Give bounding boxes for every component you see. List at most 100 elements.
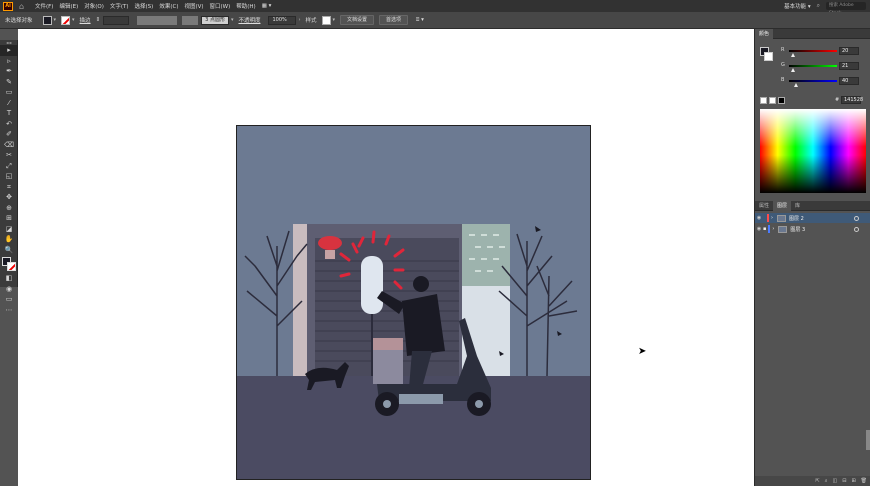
b-slider-knob[interactable]: [794, 83, 798, 87]
trash-icon[interactable]: 🗑: [861, 478, 867, 484]
more-tools-icon[interactable]: ⋯: [0, 305, 18, 316]
chevron-right-icon[interactable]: ›: [772, 226, 774, 232]
stroke-label[interactable]: 描边: [80, 16, 91, 24]
screen-mode-icon[interactable]: ▭: [0, 294, 18, 305]
slice-tool-icon[interactable]: ◪: [0, 224, 18, 235]
tab-layers[interactable]: 图层: [773, 200, 792, 211]
eyedropper-tool-icon[interactable]: ✥: [0, 192, 18, 203]
vertical-scrollbar[interactable]: [866, 430, 870, 450]
rotate-tool-icon[interactable]: ↶: [0, 119, 18, 130]
b-slider-track[interactable]: [789, 80, 837, 82]
document-setup-button[interactable]: 文档设置: [340, 15, 375, 25]
stroke-swatch-group[interactable]: ▾: [61, 15, 75, 25]
toolbar-stroke-swatch[interactable]: [7, 262, 16, 271]
eye-icon[interactable]: ◉: [755, 226, 763, 232]
chevron-down-icon[interactable]: ▾: [333, 17, 336, 23]
hand-tool-icon[interactable]: ✋: [0, 234, 18, 245]
menu-edit[interactable]: 编辑(E): [59, 2, 78, 10]
none-swatch[interactable]: [760, 97, 767, 104]
brush-definition[interactable]: 3 点圆形 ▾: [182, 15, 234, 25]
menu-select[interactable]: 选择(S): [135, 2, 154, 10]
new-sublayer-icon[interactable]: ⊟: [842, 478, 846, 484]
chevron-down-icon[interactable]: ▾: [54, 17, 57, 23]
g-slider-knob[interactable]: [791, 68, 795, 72]
arrange-documents-menu[interactable]: ▦ ▾: [262, 3, 272, 9]
menu-object[interactable]: 对象(O): [84, 2, 104, 10]
artboard[interactable]: [236, 125, 591, 480]
stroke-weight-field[interactable]: [103, 15, 130, 25]
menu-window[interactable]: 窗口(W): [210, 2, 231, 10]
search-icon[interactable]: ⌕: [825, 478, 828, 484]
zoom-tool-icon[interactable]: 🔍: [0, 245, 18, 256]
eye-icon[interactable]: ◉: [755, 215, 763, 221]
layer-name[interactable]: 图层 2: [789, 215, 804, 222]
menu-help[interactable]: 帮助(H): [236, 2, 255, 10]
curvature-tool-icon[interactable]: ✎: [0, 77, 18, 88]
export-icon[interactable]: ⇱: [815, 478, 819, 484]
variable-width-profile[interactable]: [137, 15, 178, 25]
rectangle-tool-icon[interactable]: ▭: [0, 87, 18, 98]
draw-mode-icon[interactable]: ◉: [0, 284, 18, 295]
chevron-down-icon[interactable]: ▾: [231, 17, 234, 23]
menu-file[interactable]: 文件(F): [35, 2, 53, 10]
opacity-field[interactable]: 100%: [268, 15, 297, 25]
shape-builder-tool-icon[interactable]: ◱: [0, 171, 18, 182]
hex-value-field[interactable]: 141528: [841, 96, 863, 104]
tab-color[interactable]: 颜色: [755, 28, 774, 39]
chevron-right-icon[interactable]: ›: [771, 215, 773, 221]
free-transform-tool-icon[interactable]: ⤢: [0, 161, 18, 172]
scissors-tool-icon[interactable]: ✂: [0, 150, 18, 161]
fill-swatch[interactable]: [42, 15, 52, 25]
chevron-down-icon[interactable]: ▾: [72, 17, 75, 23]
color-mode-icon[interactable]: ◧: [0, 273, 18, 284]
align-options-icon[interactable]: ⌸ ▾: [416, 17, 424, 24]
preferences-button[interactable]: 首选项: [379, 15, 409, 25]
layer-name[interactable]: 图层 3: [790, 226, 805, 233]
fill-swatch-group[interactable]: ▾: [42, 15, 57, 25]
stroke-swatch[interactable]: [61, 15, 71, 25]
chevron-right-icon[interactable]: ›: [298, 17, 300, 23]
white-swatch[interactable]: [769, 97, 776, 104]
menu-effect[interactable]: 效果(C): [159, 2, 178, 10]
r-value-field[interactable]: 20: [839, 47, 859, 55]
tab-libraries[interactable]: 库: [791, 201, 804, 211]
pen-tool-icon[interactable]: ✒: [0, 66, 18, 77]
menu-view[interactable]: 视图(V): [184, 2, 203, 10]
clipping-mask-icon[interactable]: ◫: [833, 478, 838, 484]
stepper-icon[interactable]: ⇕: [96, 17, 101, 23]
new-layer-icon[interactable]: ⊞: [851, 478, 855, 484]
menu-type[interactable]: 文字(T): [110, 2, 129, 10]
type-tool-icon[interactable]: T: [0, 108, 18, 119]
brush-field[interactable]: 3 点圆形: [201, 15, 229, 25]
color-spectrum[interactable]: [760, 109, 866, 193]
direct-selection-tool-icon[interactable]: ▹: [0, 56, 18, 67]
r-slider-track[interactable]: [789, 50, 837, 52]
line-tool-icon[interactable]: ⁄: [0, 98, 18, 109]
style-swatch[interactable]: [321, 15, 331, 25]
selection-tool-icon[interactable]: ▸: [0, 45, 18, 56]
opacity-label[interactable]: 不透明度: [238, 16, 260, 24]
layer-target-icon[interactable]: [854, 215, 859, 221]
layer-target-icon[interactable]: [854, 226, 859, 232]
symbol-sprayer-tool-icon[interactable]: ⊕: [0, 203, 18, 214]
workspace-switcher[interactable]: 基本功能 ▾: [784, 2, 811, 10]
mesh-tool-icon[interactable]: ⌗: [0, 182, 18, 193]
fill-stroke-swatches[interactable]: [0, 255, 17, 273]
pencil-tool-icon[interactable]: ✐: [0, 129, 18, 140]
opacity-control[interactable]: 100% ›: [265, 15, 300, 25]
black-swatch[interactable]: [778, 97, 785, 104]
stroke-weight-stepper[interactable]: ⇕: [96, 15, 130, 25]
lock-icon[interactable]: ▪: [763, 226, 766, 232]
r-slider-knob[interactable]: [791, 53, 795, 57]
layer-row[interactable]: ◉ › 图层 2: [755, 213, 870, 223]
g-value-field[interactable]: 21: [839, 62, 859, 70]
home-icon[interactable]: ⌂: [19, 2, 29, 11]
style-picker[interactable]: ▾: [321, 15, 336, 25]
layer-row[interactable]: ◉ ▪ › 图层 3: [755, 224, 870, 234]
stock-search-input[interactable]: 搜索 Adobe Stock: [826, 2, 866, 16]
artboard-tool-icon[interactable]: ⊞: [0, 213, 18, 224]
tab-properties[interactable]: 属性: [755, 201, 773, 211]
g-slider-track[interactable]: [789, 65, 837, 67]
b-value-field[interactable]: 40: [839, 77, 859, 85]
eraser-tool-icon[interactable]: ⌫: [0, 140, 18, 151]
